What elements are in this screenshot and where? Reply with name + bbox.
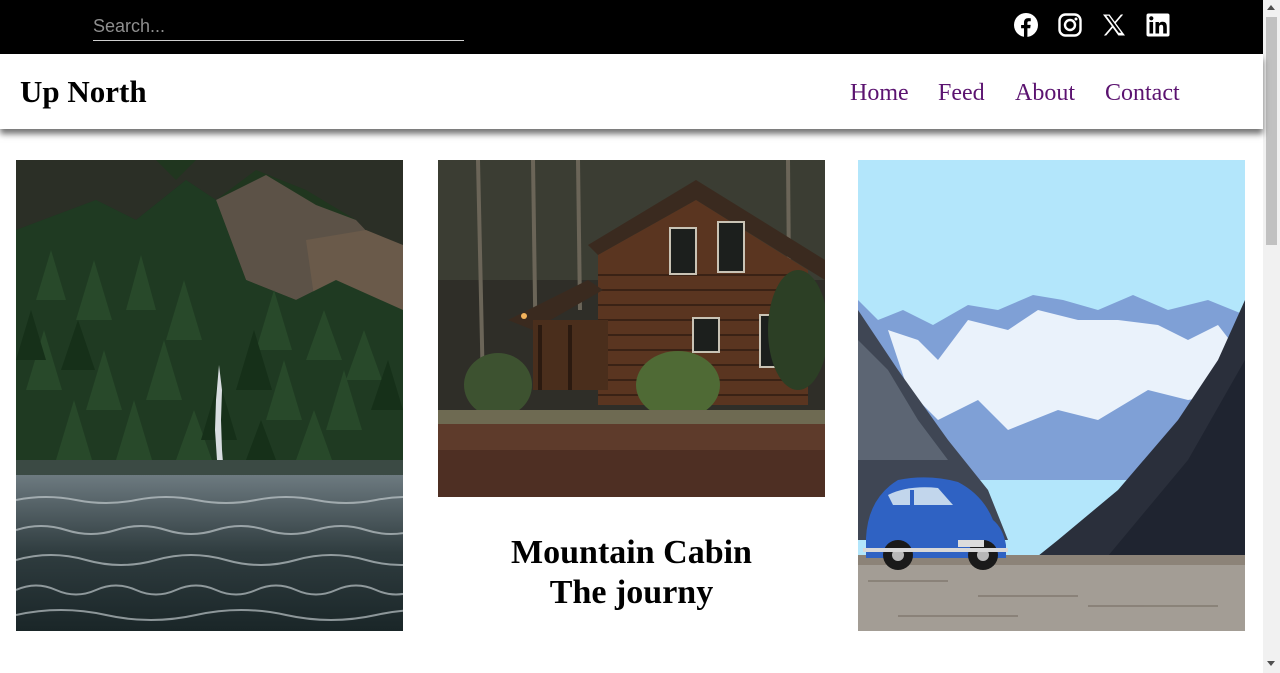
page-scrollbar[interactable] <box>1263 0 1280 673</box>
caption-title: Mountain Cabin <box>511 534 752 571</box>
scroll-up-arrow-icon[interactable] <box>1267 5 1275 10</box>
site-brand[interactable]: Up North <box>20 74 147 110</box>
caption-subtitle: The journy <box>549 574 714 611</box>
x-icon[interactable] <box>1102 13 1126 37</box>
nav-contact[interactable]: Contact <box>1105 79 1180 107</box>
scrollbar-thumb[interactable] <box>1266 17 1277 245</box>
nav-home[interactable]: Home <box>850 79 909 107</box>
scroll-down-arrow-icon[interactable] <box>1267 661 1275 666</box>
instagram-icon[interactable] <box>1058 13 1082 37</box>
card-caption: Mountain Cabin The journy <box>438 533 825 613</box>
log-cabin-photo[interactable] <box>438 160 825 497</box>
waterfall-lake-photo[interactable] <box>16 160 403 631</box>
site-header: Up North Home Feed About Contact <box>0 54 1263 129</box>
linkedin-icon[interactable] <box>1146 13 1170 37</box>
search-input[interactable] <box>93 13 464 41</box>
nav-feed[interactable]: Feed <box>938 79 985 107</box>
top-bar <box>0 0 1263 54</box>
blue-car-mountains-photo[interactable] <box>858 160 1245 631</box>
facebook-icon[interactable] <box>1014 13 1038 37</box>
nav-about[interactable]: About <box>1015 79 1075 107</box>
